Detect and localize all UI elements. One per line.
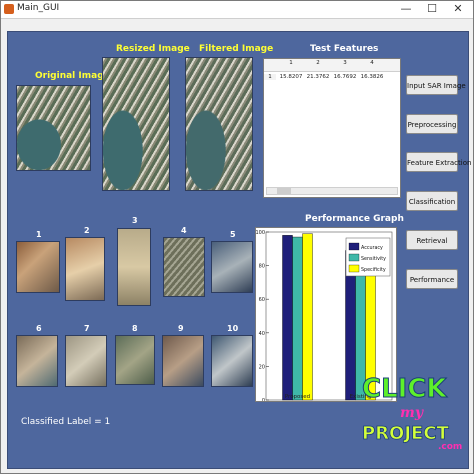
legend-swatch	[348, 253, 360, 262]
thumbnail-number: 8	[132, 324, 138, 333]
maximize-button[interactable]: ☐	[419, 1, 445, 18]
result-image[interactable]	[65, 335, 107, 387]
thumbnail-number: 9	[178, 324, 184, 333]
logo-text-project: PROJECT	[362, 423, 450, 444]
performance-graph-title: Performance Graph	[305, 214, 404, 224]
matlab-figure-icon	[4, 4, 14, 14]
legend-label: Sensitivity	[361, 256, 386, 262]
classification-button[interactable]: Classification	[406, 191, 458, 211]
retrieval-button[interactable]: Retrieval	[406, 230, 458, 250]
title-bar: Main_GUI — ☐ ✕	[1, 1, 473, 19]
filtered-image	[185, 57, 253, 191]
y-tick-label: 80	[259, 264, 265, 270]
column-header[interactable]: 2	[305, 60, 331, 66]
preprocessing-button[interactable]: Preprocessing	[406, 114, 458, 134]
column-header[interactable]: 3	[332, 60, 358, 66]
row-header: 1	[264, 74, 276, 80]
result-image[interactable]	[117, 228, 151, 306]
column-header[interactable]: 4	[359, 60, 385, 66]
bar-sensitivity	[292, 236, 303, 401]
legend-label: Specificity	[361, 267, 386, 273]
minimize-button[interactable]: —	[393, 1, 419, 18]
table-cell[interactable]: 15.8207	[278, 74, 304, 80]
scrollbar-thumb[interactable]	[277, 188, 291, 194]
input-sar-image-button[interactable]: Input SAR Image	[406, 75, 466, 95]
test-features-label: Test Features	[310, 44, 379, 54]
legend-swatch	[348, 264, 360, 273]
close-button[interactable]: ✕	[445, 1, 471, 18]
result-image[interactable]	[162, 335, 204, 387]
bar-accuracy	[282, 235, 293, 401]
logo-text-com: .com	[438, 442, 462, 452]
thumbnail-number: 4	[181, 226, 187, 235]
table-header: 1 2 3 4	[264, 59, 400, 72]
thumbnail-number: 1	[36, 230, 42, 239]
performance-button[interactable]: Performance	[406, 269, 458, 289]
y-tick-label: 0	[262, 398, 265, 401]
y-tick-label: 100	[256, 230, 265, 236]
thumbnail-number: 2	[84, 226, 90, 235]
clickmyproject-logo: CLICK my PROJECT .com	[362, 374, 463, 453]
logo-text-click: CLICK	[362, 374, 447, 404]
resized-image	[102, 57, 170, 191]
table-cell[interactable]: 16.7692	[332, 74, 358, 80]
thumbnail-number: 10	[227, 324, 239, 333]
thumbnail-number: 6	[36, 324, 42, 333]
bar-specificity	[302, 233, 313, 401]
result-image[interactable]	[163, 237, 205, 297]
test-features-table[interactable]: 1 2 3 4 1 15.8207 21.3762 16.7692 16.382…	[263, 58, 401, 198]
result-image[interactable]	[211, 335, 253, 387]
table-cell[interactable]: 21.3762	[305, 74, 331, 80]
classified-label: Classified Label = 1	[21, 417, 111, 427]
table-cell[interactable]: 16.3826	[359, 74, 385, 80]
result-image[interactable]	[211, 241, 253, 293]
original-image-label: Original Image	[35, 71, 110, 81]
original-image	[16, 85, 91, 171]
thumbnail-number: 5	[230, 230, 236, 239]
feature-extraction-button[interactable]: Feature Extraction	[406, 152, 471, 172]
result-image[interactable]	[16, 335, 58, 387]
logo-text-my: my	[400, 405, 424, 421]
window-title: Main_GUI	[17, 3, 60, 13]
filtered-image-label: Filtered Image	[199, 44, 274, 54]
legend-swatch	[348, 242, 360, 251]
main-window: Main_GUI — ☐ ✕ Original Image Resized Im…	[0, 0, 474, 474]
y-tick-label: 20	[259, 364, 265, 370]
thumbnail-number: 3	[132, 216, 138, 225]
resized-image-label: Resized Image	[116, 44, 190, 54]
result-image[interactable]	[16, 241, 60, 293]
y-tick-label: 40	[259, 331, 265, 337]
result-image[interactable]	[115, 335, 155, 385]
thumbnail-number: 7	[84, 324, 90, 333]
legend-label: Accuracy	[361, 245, 383, 251]
horizontal-scrollbar[interactable]	[266, 187, 398, 195]
column-header[interactable]: 1	[278, 60, 304, 66]
result-image[interactable]	[65, 237, 105, 301]
x-tick-label: Proposed	[285, 394, 310, 400]
y-tick-label: 60	[259, 297, 265, 303]
